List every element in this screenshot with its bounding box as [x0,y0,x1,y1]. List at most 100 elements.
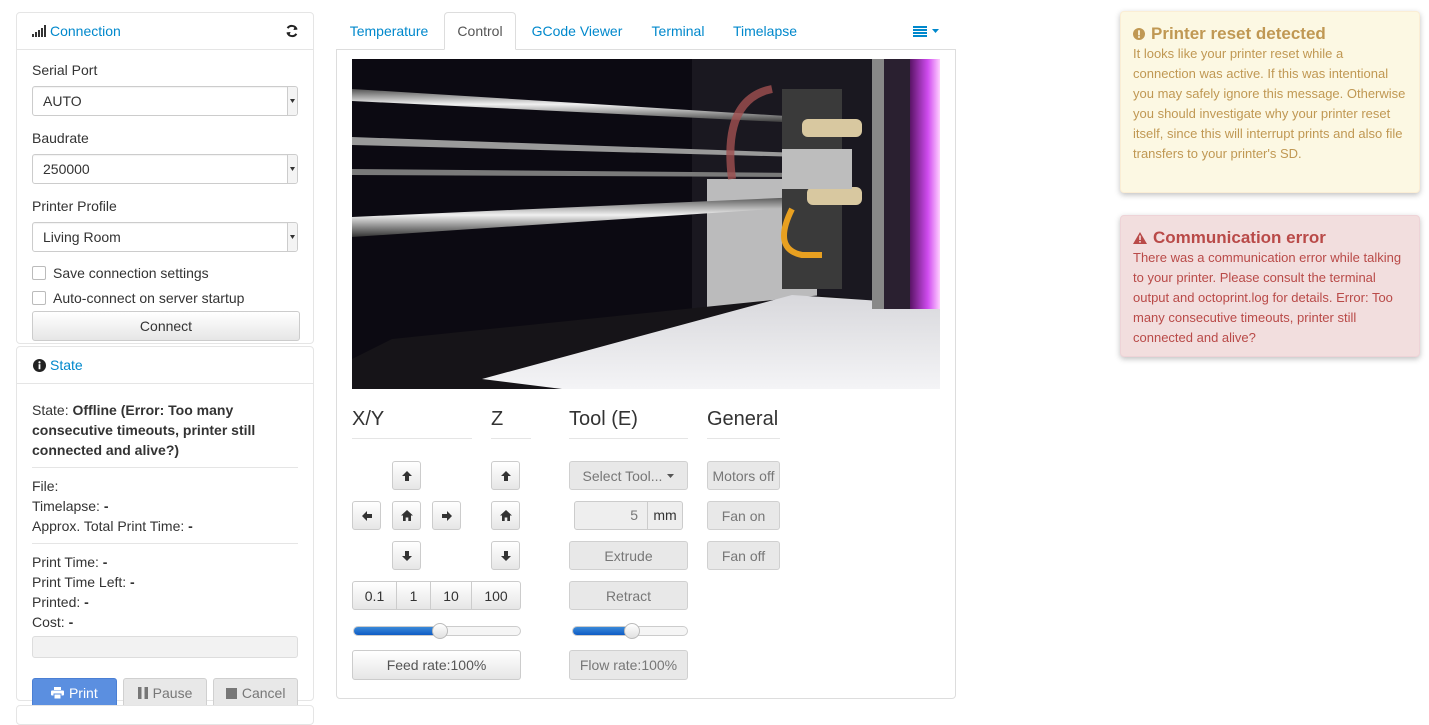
timelapse-label: Timelapse: [32,498,100,514]
jog-z-plus-button[interactable] [491,461,520,490]
baudrate-select[interactable]: 250000 [32,154,298,184]
arrow-down-icon [500,550,511,561]
step-1-button[interactable]: 1 [396,581,431,610]
state-panel: State State: Offline (Error: Too many co… [16,346,314,708]
autoconnect-row[interactable]: Auto-connect on server startup [32,285,298,310]
time-left-label: Print Time Left: [32,574,127,590]
step-0-1-button[interactable]: 0.1 [352,581,397,610]
flow-rate-slider-handle[interactable] [624,623,640,639]
time-left-value: - [130,574,135,590]
printer-icon [50,687,64,699]
motors-off-button[interactable]: Motors off [707,461,780,490]
dropdown-arrow-icon [287,223,297,251]
retract-button[interactable]: Retract [569,581,688,610]
arrow-down-icon [401,550,412,561]
jog-y-plus-button[interactable] [392,461,421,490]
tool-title: Tool (E) [569,408,688,439]
connection-title[interactable]: Connection [50,23,121,39]
tab-gcode-viewer[interactable]: GCode Viewer [518,12,636,50]
printed-line: Printed: - [32,592,298,612]
printer-profile-select[interactable]: Living Room [32,222,298,252]
extrude-amount-group: 5 mm [574,501,683,530]
tab-control[interactable]: Control [444,12,516,50]
flow-rate-slider[interactable] [572,623,688,639]
communication-error-title: Communication error [1153,228,1326,247]
fan-on-button[interactable]: Fan on [707,501,780,530]
print-time-line: Print Time: - [32,552,298,572]
state-header[interactable]: State [17,347,313,384]
autoconnect-label: Auto-connect on server startup [53,289,245,306]
approx-time-label: Approx. Total Print Time: [32,518,185,534]
file-label: File: [32,478,59,494]
communication-error-notification[interactable]: Communication error There was a communic… [1120,215,1420,357]
state-label: State: [32,402,69,418]
step-100-button[interactable]: 100 [471,581,521,610]
tab-menu-button[interactable] [906,12,946,50]
next-panel-edge [16,705,314,725]
feed-rate-slider-handle[interactable] [432,623,448,639]
pause-button[interactable]: Pause [122,678,208,708]
caret-down-icon [932,29,939,33]
printer-reset-text: It looks like your printer reset while a… [1133,46,1406,161]
tab-temperature[interactable]: Temperature [336,12,442,50]
save-settings-checkbox[interactable] [32,265,46,280]
connection-header[interactable]: Connection [17,13,313,50]
cost-value: - [68,614,74,630]
extrude-amount-input[interactable]: 5 [574,501,648,530]
general-title: General [707,408,780,439]
serial-port-label: Serial Port [32,62,98,78]
approx-time-value: - [188,518,193,534]
jog-z-minus-button[interactable] [491,541,520,570]
list-icon [913,25,927,37]
serial-port-select[interactable]: AUTO [32,86,298,116]
extrude-button[interactable]: Extrude [569,541,688,570]
printed-value: - [84,594,89,610]
exclamation-circle-icon [1133,28,1145,40]
feed-rate-slider[interactable] [353,623,521,639]
serial-port-value: AUTO [43,93,82,109]
tab-bar: Temperature Control GCode Viewer Termina… [336,12,956,50]
select-tool-dropdown[interactable]: Select Tool... [569,461,688,490]
tab-terminal[interactable]: Terminal [638,12,718,50]
arrow-left-icon [361,510,372,521]
print-label: Print [68,685,98,701]
home-xy-button[interactable] [392,501,421,530]
jog-x-minus-button[interactable] [352,501,381,530]
dropdown-arrow-icon [287,87,297,115]
cost-label: Cost: [32,614,65,630]
print-time-label: Print Time: [32,554,99,570]
cancel-button[interactable]: Cancel [213,678,299,708]
printer-profile-value: Living Room [43,229,121,245]
tab-timelapse[interactable]: Timelapse [720,12,810,50]
home-z-button[interactable] [491,501,520,530]
arrow-right-icon [441,510,452,521]
divider [32,467,298,468]
flow-rate-button[interactable]: Flow rate:100% [569,650,688,680]
xy-title: X/Y [352,408,472,439]
signal-icon [31,25,47,37]
print-button[interactable]: Print [32,678,117,708]
jog-x-plus-button[interactable] [432,501,461,530]
stop-icon [225,687,237,699]
arrow-up-icon [500,470,511,481]
save-settings-row[interactable]: Save connection settings [32,260,298,285]
autoconnect-checkbox[interactable] [32,290,46,305]
state-title[interactable]: State [50,357,83,373]
cancel-label: Cancel [241,685,286,701]
baudrate-value: 250000 [43,161,90,177]
fan-off-button[interactable]: Fan off [707,541,780,570]
printer-reset-notification[interactable]: Printer reset detected It looks like you… [1120,11,1420,193]
feed-rate-slider-fill [354,627,440,635]
file-line: File: [32,476,298,496]
print-time-value: - [102,554,108,570]
pause-label: Pause [152,685,193,701]
printer-reset-title: Printer reset detected [1151,24,1326,43]
caret-down-icon [667,473,675,478]
print-progress-bar [32,636,298,658]
step-10-button[interactable]: 10 [430,581,472,610]
approx-time-line: Approx. Total Print Time: - [32,516,298,536]
jog-y-minus-button[interactable] [392,541,421,570]
feed-rate-button[interactable]: Feed rate:100% [352,650,521,680]
refresh-icon[interactable] [285,24,299,38]
connect-button[interactable]: Connect [32,311,300,341]
